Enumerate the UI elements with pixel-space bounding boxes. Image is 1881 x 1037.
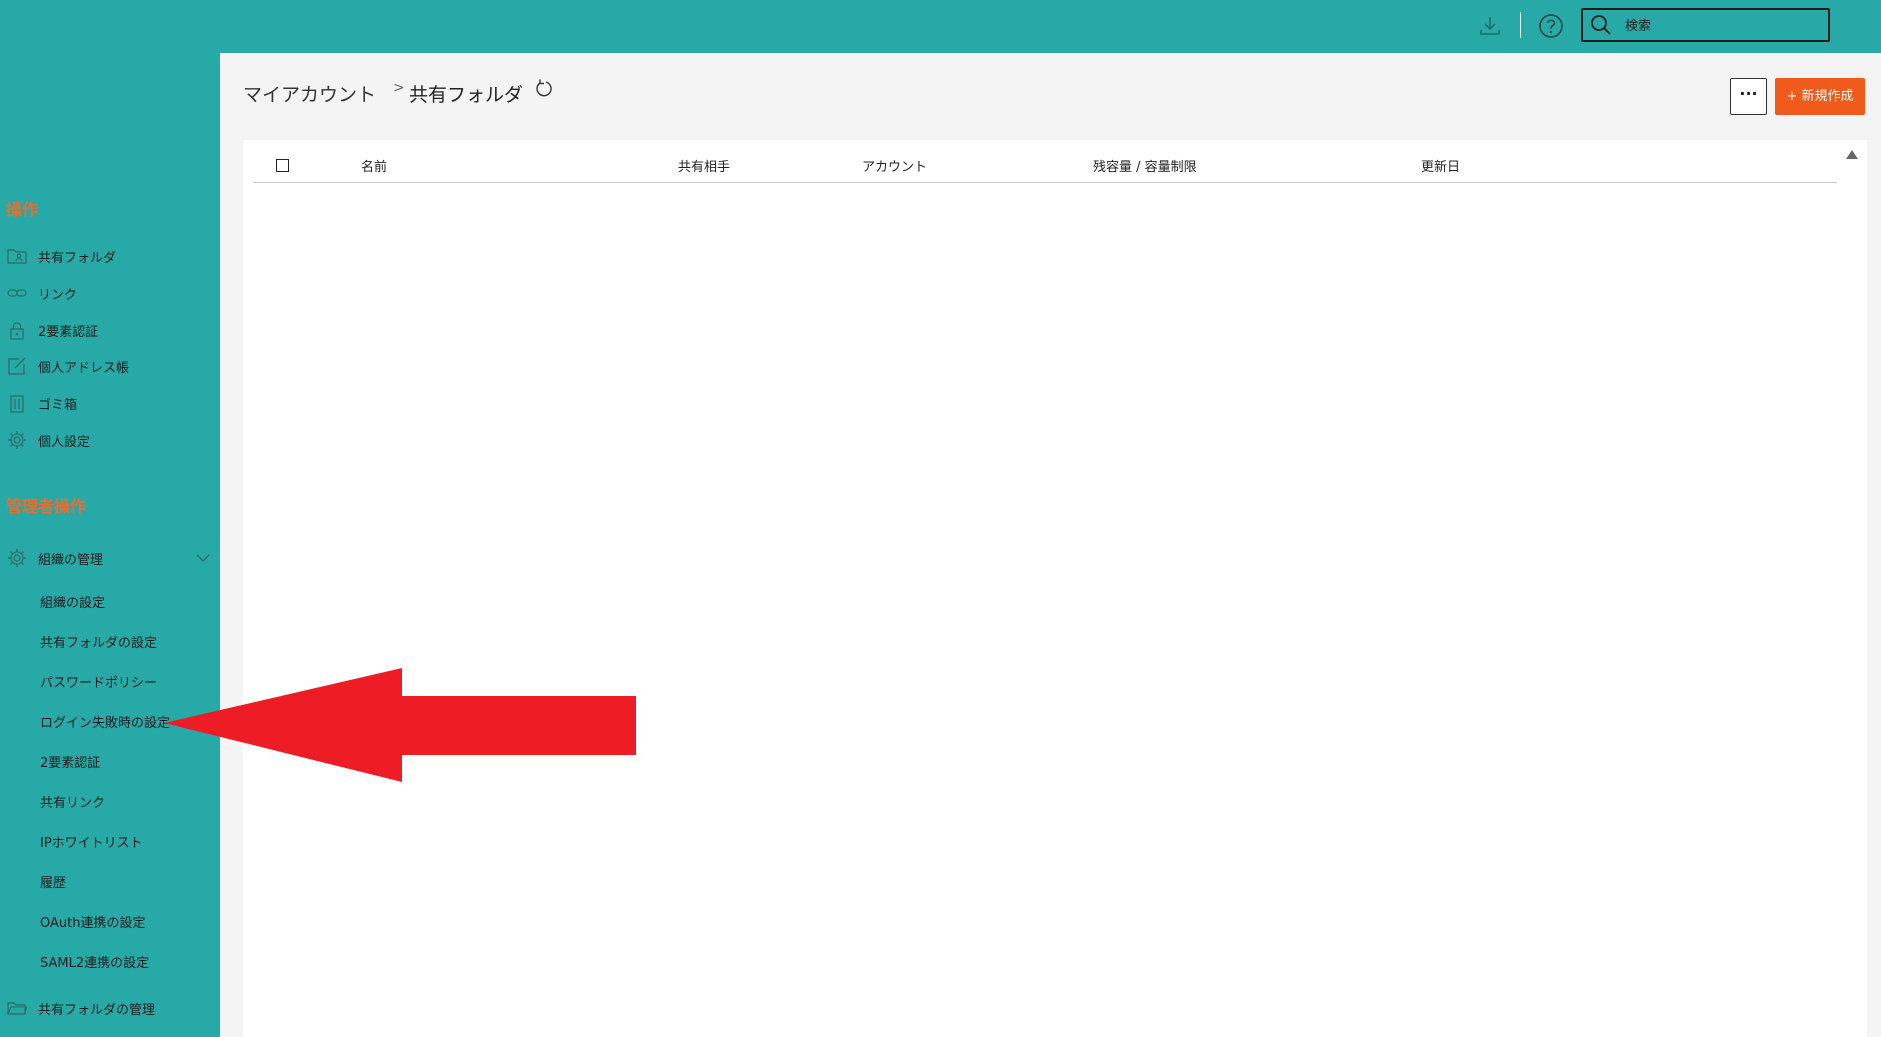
- download-icon[interactable]: [1476, 12, 1504, 40]
- more-options-button[interactable]: ···: [1730, 78, 1767, 115]
- top-bar: [0, 0, 1881, 53]
- sidebar-subitem-label: OAuth連携の設定: [40, 916, 146, 931]
- search-icon: [1591, 15, 1611, 35]
- sidebar-subitem-label: 組織の設定: [40, 596, 106, 611]
- file-list-panel: 名前 共有相手 アカウント 残容量 / 容量制限 更新日: [243, 140, 1867, 1037]
- table-header: 名前 共有相手 アカウント 残容量 / 容量制限 更新日: [253, 140, 1837, 183]
- column-header-capacity[interactable]: 残容量 / 容量制限: [1093, 156, 1197, 175]
- sidebar-subitem-ip-whitelist[interactable]: IPホワイトリスト: [0, 827, 220, 855]
- sidebar-item-label: 組織の管理: [38, 553, 104, 568]
- sidebar-subitem-label: 共有フォルダの設定: [40, 636, 158, 651]
- sidebar-item-two-factor[interactable]: 2要素認証: [0, 315, 220, 345]
- refresh-icon[interactable]: [533, 78, 555, 100]
- sidebar-subitem-label: SAML2連携の設定: [40, 956, 150, 971]
- section-title-admin: 管理者操作: [6, 497, 87, 516]
- sidebar-item-label: 2要素認証: [38, 325, 99, 340]
- sidebar-item-label: 個人アドレス帳: [38, 361, 130, 376]
- sidebar-item-label: ゴミ箱: [38, 398, 78, 413]
- column-header-updated[interactable]: 更新日: [1421, 156, 1460, 175]
- folder-icon: [7, 1002, 27, 1015]
- new-create-button[interactable]: + 新規作成: [1775, 78, 1865, 115]
- trash-icon: [10, 395, 24, 413]
- section-title-operations: 操作: [6, 200, 39, 219]
- chevron-down-icon[interactable]: [196, 551, 210, 565]
- sidebar-subitem-org-settings[interactable]: 組織の設定: [0, 587, 220, 615]
- annotation-arrow: [164, 668, 636, 782]
- sidebar-subitem-label: 共有リンク: [40, 796, 106, 811]
- sidebar-item-org-management[interactable]: 組織の管理: [0, 543, 220, 573]
- sidebar-subitem-label: 履歴: [40, 876, 67, 891]
- edit-icon: [8, 357, 26, 375]
- lock-icon: [10, 322, 24, 340]
- gear-icon: [8, 549, 26, 567]
- sidebar-item-shared-folder-management[interactable]: 共有フォルダの管理: [0, 993, 220, 1023]
- toolbar-divider: [1520, 12, 1521, 38]
- page-title: 共有フォルダ: [409, 84, 524, 106]
- sidebar-subitem-label: 2要素認証: [40, 756, 101, 771]
- help-icon[interactable]: [1537, 12, 1565, 40]
- gear-icon: [8, 431, 26, 449]
- sidebar-subitem-oauth-settings[interactable]: OAuth連携の設定: [0, 907, 220, 935]
- scroll-up-arrow[interactable]: [1846, 150, 1858, 159]
- column-header-shared-with[interactable]: 共有相手: [678, 156, 730, 175]
- sidebar-item-link[interactable]: リンク: [0, 278, 220, 308]
- sidebar: 操作 共有フォルダ リンク 2要素認証 個人アドレス帳 ゴミ箱 個人設定 管理者…: [0, 53, 220, 1037]
- shared-folder-icon: [7, 249, 27, 264]
- sidebar-item-shared-folder[interactable]: 共有フォルダ: [0, 241, 220, 271]
- sidebar-item-label: リンク: [38, 288, 78, 303]
- sidebar-item-label: 個人設定: [38, 435, 91, 450]
- sidebar-item-label: 共有フォルダの管理: [38, 1003, 156, 1018]
- sidebar-subitem-shared-folder-settings[interactable]: 共有フォルダの設定: [0, 627, 220, 655]
- sidebar-item-trash[interactable]: ゴミ箱: [0, 388, 220, 418]
- sidebar-item-label: 共有フォルダ: [38, 251, 117, 266]
- column-header-name[interactable]: 名前: [361, 156, 387, 175]
- select-all-checkbox[interactable]: [276, 159, 289, 172]
- sidebar-subitem-saml2-settings[interactable]: SAML2連携の設定: [0, 947, 220, 975]
- search-input[interactable]: [1623, 15, 1822, 37]
- sidebar-item-personal-settings[interactable]: 個人設定: [0, 425, 220, 455]
- column-header-account[interactable]: アカウント: [862, 156, 927, 175]
- sidebar-subitem-history[interactable]: 履歴: [0, 867, 220, 895]
- sidebar-item-address-book[interactable]: 個人アドレス帳: [0, 351, 220, 381]
- breadcrumb-my-account[interactable]: マイアカウント: [243, 80, 376, 107]
- link-icon: [7, 289, 27, 297]
- breadcrumb-separator: >: [393, 80, 405, 96]
- sidebar-subitem-label: ログイン失敗時の設定: [40, 716, 171, 731]
- search-box[interactable]: [1581, 8, 1830, 42]
- sidebar-subitem-label: IPホワイトリスト: [40, 836, 143, 851]
- sidebar-subitem-shared-link[interactable]: 共有リンク: [0, 787, 220, 815]
- sidebar-subitem-label: パスワードポリシー: [40, 676, 158, 691]
